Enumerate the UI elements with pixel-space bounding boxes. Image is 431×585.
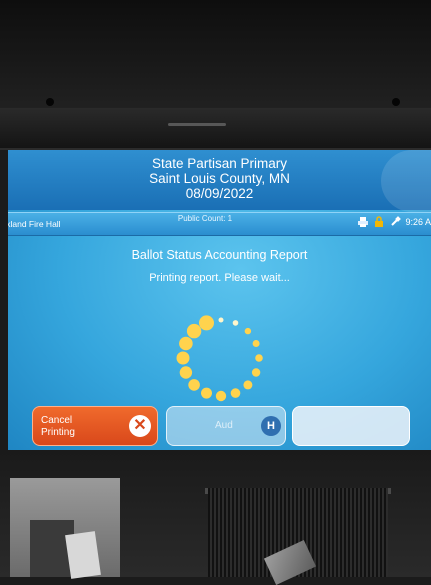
blank-button[interactable]: [292, 406, 410, 446]
system-tray: 9:26 A: [357, 216, 431, 228]
spinner-dot: [244, 327, 252, 335]
touchscreen: State Partisan Primary Saint Louis Count…: [8, 150, 431, 450]
close-x-icon: ✕: [129, 415, 151, 437]
printer-icon: [357, 216, 369, 228]
spinner-dot: [218, 317, 224, 323]
spinner-dot: [251, 368, 261, 377]
bezel-screw: [46, 98, 54, 106]
help-icon: H: [261, 416, 281, 436]
status-bar: xkland Fire Hall Public Count: 1 9:26 A: [8, 212, 431, 236]
cancel-printing-button[interactable]: Cancel Printing ✕: [32, 406, 158, 446]
header-corner-decoration: [381, 150, 431, 212]
spinner-dot: [252, 340, 260, 347]
bezel-screw: [392, 98, 400, 106]
report-title: Ballot Status Accounting Report: [131, 248, 308, 262]
power-plug-icon: [389, 216, 402, 228]
election-header: State Partisan Primary Saint Louis Count…: [8, 150, 431, 212]
jurisdiction: Saint Louis County, MN: [149, 171, 290, 186]
spinner-dot: [255, 354, 263, 362]
spinner-dot: [215, 390, 227, 402]
spinner-dot: [230, 388, 241, 398]
cancel-printing-label: Cancel Printing: [41, 415, 75, 438]
election-name: State Partisan Primary: [151, 156, 288, 171]
election-date: 08/09/2022: [185, 186, 254, 201]
printing-message: Printing report. Please wait...: [149, 272, 290, 284]
spinner-dot: [188, 379, 200, 391]
polling-location: xkland Fire Hall: [8, 219, 61, 229]
bezel-ledge: [0, 108, 431, 148]
device-bezel-top: [0, 0, 431, 150]
spinner-dot: [199, 315, 214, 331]
tray-label-sticker: [65, 531, 101, 579]
clock: 9:26 A: [405, 217, 431, 227]
audio-button-disabled[interactable]: Aud H: [166, 406, 286, 446]
spinner-dot: [179, 336, 193, 351]
device-bezel-bottom: [0, 450, 431, 585]
spinner-dot: [176, 351, 190, 365]
spinner-dot: [232, 320, 239, 326]
spinner-dot: [186, 323, 202, 339]
spinner-dot: [201, 387, 212, 399]
ballot-tray: [10, 478, 120, 579]
loading-spinner: [176, 315, 263, 402]
spinner-dot: [243, 380, 253, 390]
bezel-slot: [168, 123, 226, 126]
lock-icon: [373, 216, 385, 228]
public-count: Public Count: 1: [177, 214, 233, 223]
audio-button-label: Aud: [215, 420, 233, 431]
spinner-dot: [179, 366, 193, 379]
